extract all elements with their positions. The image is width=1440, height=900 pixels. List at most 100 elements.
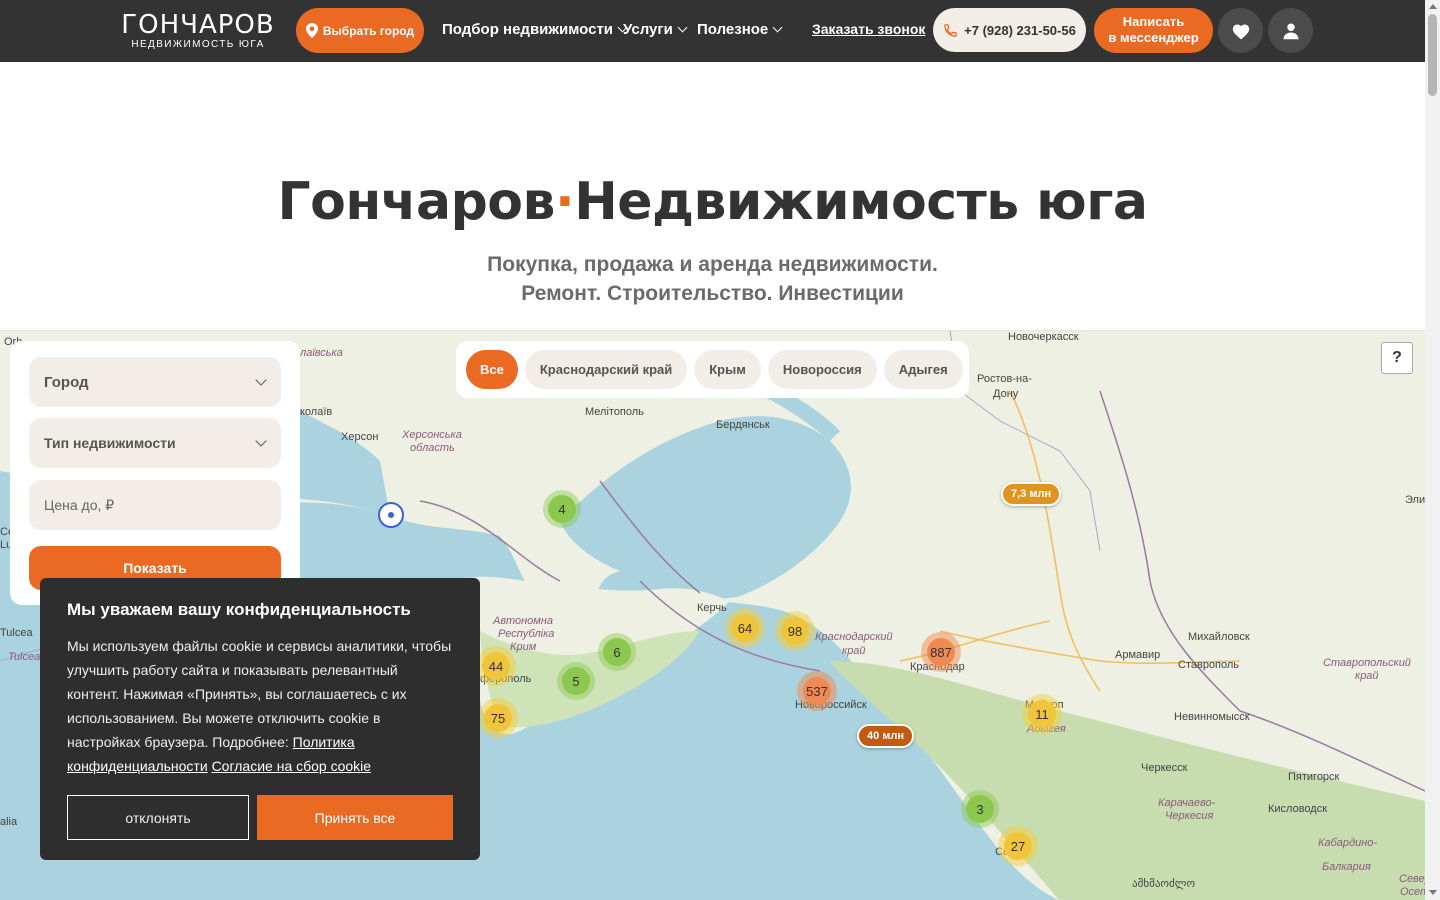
nav-label: Подбор недвижимости bbox=[442, 21, 614, 38]
cookie-title: Мы уважаем вашу конфиденциальность bbox=[67, 600, 411, 619]
map-label-region: Tulcea bbox=[8, 651, 41, 663]
map-label-city: alia bbox=[0, 816, 18, 828]
logo[interactable]: ГОНЧАРОВ НЕДВИЖИМОСТЬ ЮГА bbox=[112, 12, 284, 52]
map-label-city: Кисловодск bbox=[1268, 803, 1328, 815]
max-price-input[interactable]: Цена до, ₽ bbox=[29, 480, 281, 530]
cookie-body: Мы используем файлы cookie и сервисы ана… bbox=[67, 638, 452, 750]
map-cluster[interactable]: 887 bbox=[921, 632, 961, 672]
map-label-city: Пятигорск bbox=[1288, 771, 1340, 783]
cluster-count: 44 bbox=[482, 652, 510, 680]
price-marker[interactable]: 7,3 млн bbox=[1001, 482, 1062, 506]
map-cluster[interactable]: 44 bbox=[476, 646, 516, 686]
chevron-down-icon bbox=[255, 374, 267, 386]
chevron-down-icon bbox=[772, 22, 783, 33]
region-tab-novorossiya[interactable]: Новороссия bbox=[767, 350, 877, 389]
map-label-city: колаїв bbox=[300, 406, 333, 418]
cluster-count: 64 bbox=[731, 614, 759, 642]
map-cluster[interactable]: 98 bbox=[775, 611, 815, 651]
chevron-down-icon bbox=[677, 22, 688, 33]
page: ГОНЧАРОВ НЕДВИЖИМОСТЬ ЮГА Выбрать город … bbox=[0, 0, 1440, 900]
map-help-button[interactable]: ? bbox=[1381, 342, 1413, 374]
map-cluster[interactable]: 6 bbox=[598, 633, 636, 671]
map-label-city: Херсон bbox=[341, 431, 379, 443]
map-label-city: Керчь bbox=[697, 602, 727, 614]
city-select[interactable]: Город bbox=[29, 357, 281, 407]
map-cluster[interactable]: 5 bbox=[557, 662, 595, 700]
map-label-country: ამხმაოძლო bbox=[1132, 878, 1196, 890]
map-label-city: Михайловск bbox=[1188, 631, 1250, 643]
phone-button[interactable]: +7 (928) 231-50-56 bbox=[933, 8, 1086, 52]
map-cluster[interactable]: 3 bbox=[961, 790, 999, 828]
account-button[interactable] bbox=[1268, 8, 1313, 53]
map-cluster[interactable]: 75 bbox=[478, 698, 518, 738]
map-label-region: Автономна bbox=[493, 615, 553, 627]
logo-sub: НЕДВИЖИМОСТЬ ЮГА bbox=[131, 39, 265, 50]
messenger-line2: в мессенджер bbox=[1108, 30, 1199, 45]
nav-property-search[interactable]: Подбор недвижимости bbox=[442, 21, 628, 38]
map-label-city: Мелітополь bbox=[585, 406, 644, 418]
map-label-region: Херсонська bbox=[402, 429, 462, 441]
map-label-region: Ставропольский bbox=[1323, 657, 1411, 669]
scroll-up-arrow-icon[interactable] bbox=[1429, 4, 1437, 9]
cluster-count: 4 bbox=[548, 495, 576, 523]
map-label-city: Армавир bbox=[1115, 649, 1161, 661]
map-label-city: Tulcea bbox=[0, 627, 33, 639]
map-cluster[interactable]: 64 bbox=[725, 608, 765, 648]
region-tab-crimea[interactable]: Крым bbox=[694, 350, 761, 389]
map-label-region: Краснодарский bbox=[815, 631, 893, 643]
map-label-region: Балкария bbox=[1322, 861, 1371, 873]
nav-label: Услуги bbox=[623, 21, 673, 38]
cluster-count: 27 bbox=[1004, 832, 1032, 860]
map-label-city: Невинномысск bbox=[1174, 711, 1250, 723]
cookie-consent-link[interactable]: Согласие на сбор cookie bbox=[212, 758, 372, 774]
page-scrollbar[interactable] bbox=[1425, 0, 1440, 900]
accept-cookies-button[interactable]: Принять все bbox=[257, 795, 453, 840]
user-icon bbox=[1283, 23, 1298, 39]
map-label-region: лаївська bbox=[300, 347, 343, 359]
decline-cookies-button[interactable]: отклонять bbox=[67, 795, 249, 840]
property-type-select[interactable]: Тип недвижимости bbox=[29, 418, 281, 468]
cluster-count: 5 bbox=[562, 667, 590, 695]
scroll-down-arrow-icon[interactable] bbox=[1429, 890, 1437, 895]
scrollbar-thumb[interactable] bbox=[1428, 14, 1437, 96]
nav-services[interactable]: Услуги bbox=[623, 21, 688, 38]
heart-icon bbox=[1232, 23, 1249, 39]
map-label-region: край bbox=[842, 645, 866, 657]
price-marker[interactable]: 40 млн bbox=[857, 724, 915, 748]
phone-icon bbox=[944, 23, 957, 37]
map-label-city: Дону bbox=[993, 388, 1019, 400]
map-cluster[interactable]: 537 bbox=[797, 671, 837, 711]
region-tab-krasnodar[interactable]: Краснодарский край bbox=[524, 350, 688, 389]
title-tagline: Недвижимость юга bbox=[574, 172, 1148, 232]
map-label-city: Эли bbox=[1405, 494, 1425, 506]
map-cluster[interactable]: 4 bbox=[543, 490, 581, 528]
max-price-placeholder: Цена до, ₽ bbox=[44, 496, 115, 513]
map-label-city: Черкесск bbox=[1141, 762, 1188, 774]
map-label-city: Новочеркасск bbox=[1008, 331, 1079, 343]
location-dot-icon bbox=[388, 512, 394, 518]
request-call-link[interactable]: Заказать звонок bbox=[812, 21, 925, 37]
select-city-button[interactable]: Выбрать город bbox=[296, 8, 424, 53]
map-cluster[interactable]: 27 bbox=[998, 826, 1038, 866]
location-pin-icon bbox=[305, 23, 318, 38]
cluster-count: 537 bbox=[803, 677, 831, 705]
map-label-region: Север bbox=[1399, 873, 1425, 885]
favorites-button[interactable] bbox=[1218, 8, 1263, 53]
title-separator: · bbox=[554, 172, 575, 232]
phone-number: +7 (928) 231-50-56 bbox=[964, 22, 1076, 38]
map-label-region: Республіка bbox=[498, 628, 555, 640]
logo-main: ГОНЧАРОВ bbox=[121, 10, 275, 40]
page-subtitle: Покупка, продажа и аренда недвижимости. … bbox=[0, 250, 1425, 308]
region-tab-all[interactable]: Все bbox=[466, 350, 518, 389]
map-label-city: Ростов-на- bbox=[977, 373, 1032, 385]
title-brand: Гончаров bbox=[277, 172, 556, 232]
region-tab-adygea[interactable]: Адыгея bbox=[883, 350, 963, 389]
cookie-consent-dialog: Мы уважаем вашу конфиденциальность Мы ис… bbox=[40, 578, 480, 860]
messenger-button[interactable]: Написать в мессенджер bbox=[1094, 8, 1213, 53]
map-label-region: Осет bbox=[1400, 886, 1425, 898]
chevron-down-icon bbox=[255, 435, 267, 447]
nav-useful[interactable]: Полезное bbox=[697, 21, 783, 38]
map-cluster[interactable]: 11 bbox=[1022, 694, 1062, 734]
map-label-city: Бердянськ bbox=[716, 419, 770, 431]
map-label-region: Черкесия bbox=[1165, 810, 1214, 822]
